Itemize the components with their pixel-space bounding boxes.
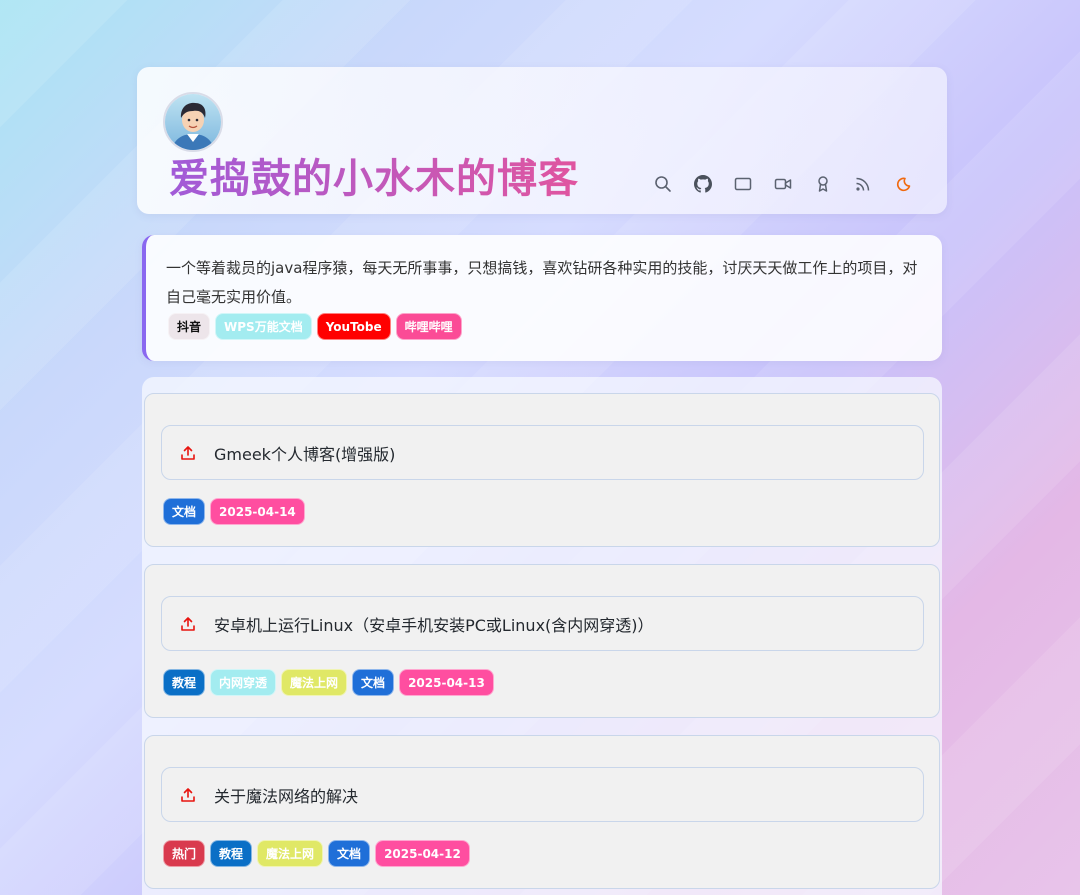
- post-tag[interactable]: 内网穿透: [210, 669, 277, 696]
- post-tag[interactable]: 魔法上网: [257, 840, 324, 867]
- bio-link-tag[interactable]: YouTobe: [316, 313, 391, 340]
- post-link[interactable]: Gmeek个人博客(增强版): [161, 425, 924, 480]
- video-icon[interactable]: [763, 172, 803, 196]
- github-icon[interactable]: [683, 172, 723, 196]
- bio-link-tag[interactable]: WPS万能文档: [215, 313, 312, 340]
- post-card: 关于魔法网络的解决热门 教程 魔法上网 文档 2025-04-12: [144, 735, 940, 889]
- post-tags: 热门 教程 魔法上网 文档 2025-04-12: [163, 840, 470, 867]
- bio-link-tag[interactable]: 抖音: [168, 313, 211, 340]
- post-icon[interactable]: [723, 172, 763, 196]
- bio-link-tag[interactable]: 哔哩哔哩: [395, 313, 462, 340]
- site-header: 爱捣鼓的小水木的博客: [137, 67, 947, 214]
- post-tags: 文档 2025-04-14: [163, 498, 305, 525]
- post-tag[interactable]: 2025-04-13: [399, 669, 494, 696]
- post-title[interactable]: 安卓机上运行Linux（安卓手机安装PC或Linux(含内网穿透)）: [214, 612, 654, 636]
- award-icon[interactable]: [803, 172, 843, 196]
- post-tag[interactable]: 教程: [163, 669, 206, 696]
- post-tag[interactable]: 魔法上网: [281, 669, 348, 696]
- post-tag[interactable]: 文档: [163, 498, 206, 525]
- post-list: Gmeek个人博客(增强版) 文档 2025-04-14 安卓机上运行Linux（安卓…: [142, 377, 942, 895]
- post-tag[interactable]: 文档: [352, 669, 395, 696]
- post-link[interactable]: 关于魔法网络的解决: [161, 767, 924, 822]
- post-tag[interactable]: 热门: [163, 840, 206, 867]
- post-card: Gmeek个人博客(增强版) 文档 2025-04-14: [144, 393, 940, 547]
- bio-card: 一个等着裁员的java程序猿，每天无所事事，只想搞钱，喜欢钻研各种实用的技能，讨…: [142, 235, 942, 361]
- search-icon[interactable]: [643, 172, 683, 196]
- post-title[interactable]: 关于魔法网络的解决: [214, 783, 358, 807]
- bio-links: 抖音 WPS万能文档 YouTobe 哔哩哔哩: [168, 313, 462, 340]
- nav-icons: [643, 172, 923, 196]
- upload-icon: [162, 787, 214, 803]
- moon-icon[interactable]: [883, 172, 923, 196]
- avatar[interactable]: [163, 92, 223, 152]
- post-link[interactable]: 安卓机上运行Linux（安卓手机安装PC或Linux(含内网穿透)）: [161, 596, 924, 651]
- rss-icon[interactable]: [843, 172, 883, 196]
- post-tag[interactable]: 文档: [328, 840, 371, 867]
- upload-icon: [162, 445, 214, 461]
- post-tags: 教程 内网穿透 魔法上网 文档 2025-04-13: [163, 669, 494, 696]
- post-tag[interactable]: 2025-04-12: [375, 840, 470, 867]
- bio-text: 一个等着裁员的java程序猿，每天无所事事，只想搞钱，喜欢钻研各种实用的技能，讨…: [166, 259, 918, 306]
- post-tag[interactable]: 教程: [210, 840, 253, 867]
- site-title[interactable]: 爱捣鼓的小水木的博客: [169, 153, 579, 205]
- post-tag[interactable]: 2025-04-14: [210, 498, 305, 525]
- post-card: 安卓机上运行Linux（安卓手机安装PC或Linux(含内网穿透)） 教程 内网穿透…: [144, 564, 940, 718]
- post-title[interactable]: Gmeek个人博客(增强版): [214, 441, 395, 465]
- upload-icon: [162, 616, 214, 632]
